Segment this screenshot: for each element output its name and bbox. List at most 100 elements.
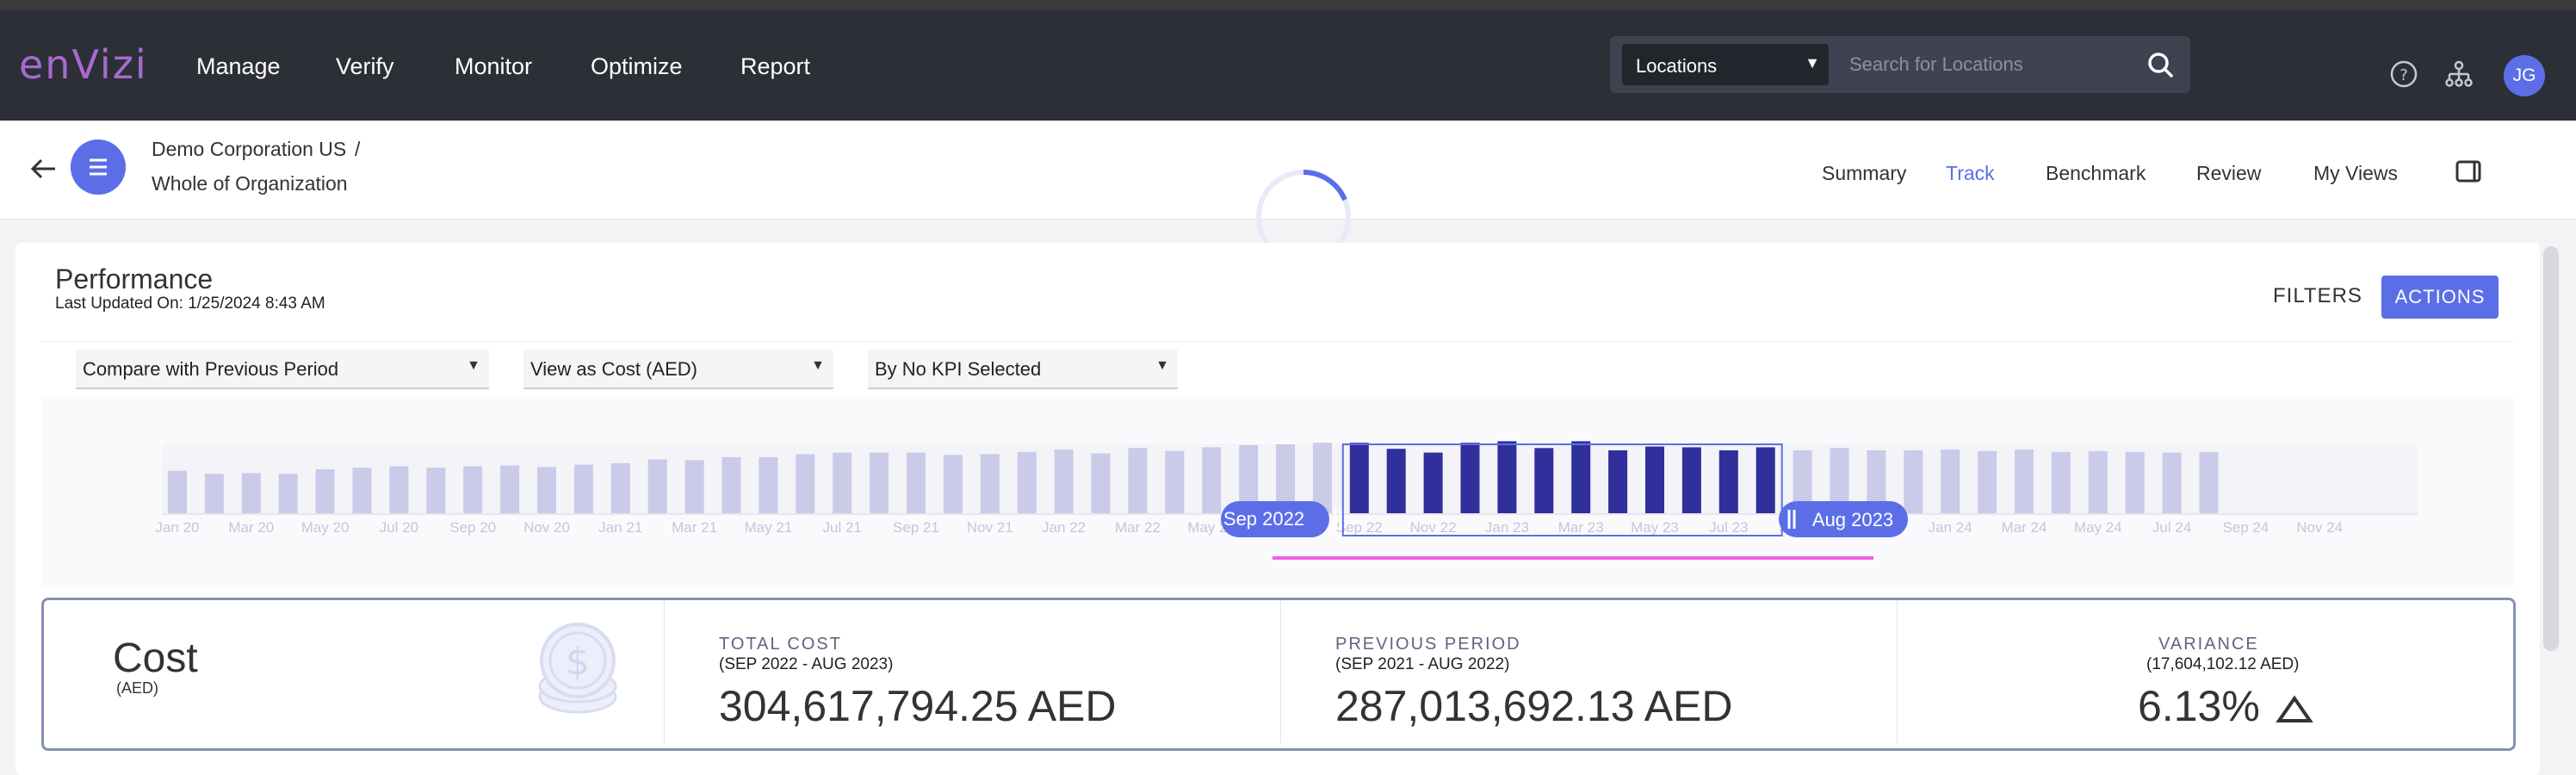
timeline-bar[interactable] bbox=[2015, 450, 2034, 513]
variance-amount: (17,604,102.12 AED) bbox=[2146, 655, 2300, 673]
back-arrow-icon[interactable] bbox=[26, 152, 60, 186]
timeline-bar[interactable] bbox=[1978, 450, 1997, 513]
timeline-bar[interactable] bbox=[389, 466, 409, 513]
panel-toggle-icon[interactable] bbox=[2455, 158, 2485, 184]
timeline-tick-label: May 23 bbox=[1631, 519, 1679, 536]
timeline-bar-selected[interactable] bbox=[1608, 450, 1628, 513]
tab-summary[interactable]: Summary bbox=[1822, 162, 1906, 185]
timeline-bar[interactable] bbox=[1017, 451, 1037, 513]
user-avatar[interactable]: JG bbox=[2504, 55, 2545, 96]
kpi-divider bbox=[1897, 600, 1898, 743]
timeline-bar[interactable] bbox=[870, 452, 889, 513]
timeline-chart[interactable]: Jan 20 Mar 20 May 20 Jul 20 Sep 20 Nov 20 Jan … bbox=[41, 396, 2514, 587]
timeline-bar-selected[interactable] bbox=[1423, 452, 1443, 513]
actions-button[interactable]: ACTIONS bbox=[2381, 276, 2499, 319]
tab-track[interactable]: Track bbox=[1946, 162, 1995, 185]
cost-kpi-card: Cost (AED) $ TOTAL COST (SEP 2022 - AUG … bbox=[41, 598, 2516, 751]
timeline-tick-label: Jul 20 bbox=[380, 519, 418, 536]
timeline-bar[interactable] bbox=[1054, 450, 1074, 513]
filters-button[interactable]: FILTERS bbox=[2273, 284, 2362, 308]
location-search-input[interactable] bbox=[1848, 48, 2144, 81]
timeline-bar[interactable] bbox=[1128, 448, 1148, 513]
timeline-bar[interactable] bbox=[241, 473, 261, 513]
timeline-bar[interactable] bbox=[500, 465, 520, 513]
timeline-bar[interactable] bbox=[2125, 451, 2145, 513]
kpi-title: Cost bbox=[113, 636, 198, 681]
timeline-bar[interactable] bbox=[684, 460, 704, 513]
timeline-tick-label: Jan 24 bbox=[1929, 519, 1972, 536]
timeline-bar-selected[interactable] bbox=[1534, 448, 1554, 513]
compare-period-dropdown[interactable]: Compare with Previous Period ▼ bbox=[76, 350, 489, 389]
timeline-bar[interactable] bbox=[2051, 451, 2071, 513]
timeline-bar[interactable] bbox=[537, 467, 556, 513]
timeline-bar-selected[interactable] bbox=[1497, 441, 1517, 513]
timeline-bar-selected[interactable] bbox=[1718, 450, 1738, 513]
timeline-bar[interactable] bbox=[833, 452, 852, 513]
page-scrollbar[interactable] bbox=[2543, 246, 2559, 651]
org-hierarchy-icon[interactable] bbox=[2443, 59, 2474, 90]
envizi-logo[interactable]: enVizi bbox=[19, 41, 148, 88]
timeline-bar-selected[interactable] bbox=[1349, 443, 1369, 513]
breadcrumb-location[interactable]: Whole of Organization bbox=[152, 172, 348, 195]
timeline-tick-label: Jan 23 bbox=[1485, 519, 1529, 536]
timeline-bar[interactable] bbox=[759, 456, 778, 513]
caret-down-icon: ▼ bbox=[811, 358, 825, 373]
timeline-bar[interactable] bbox=[647, 459, 667, 513]
total-cost-label: TOTAL COST bbox=[719, 635, 842, 654]
timeline-bar[interactable] bbox=[907, 452, 926, 513]
timeline-bar[interactable] bbox=[1165, 450, 1185, 513]
timeline-bar[interactable] bbox=[315, 468, 335, 513]
breadcrumb-separator: / bbox=[355, 138, 361, 160]
hamburger-menu-icon[interactable] bbox=[71, 140, 126, 195]
timeline-bar-selected[interactable] bbox=[1681, 447, 1701, 513]
nav-optimize[interactable]: Optimize bbox=[591, 53, 683, 80]
tab-benchmark[interactable]: Benchmark bbox=[2046, 162, 2146, 185]
timeline-tick-label: Jan 22 bbox=[1042, 519, 1086, 536]
kpi-dropdown[interactable]: By No KPI Selected ▼ bbox=[868, 350, 1178, 389]
tab-my-views[interactable]: My Views bbox=[2313, 162, 2398, 185]
timeline-bar-selected[interactable] bbox=[1645, 446, 1664, 513]
timeline-bar[interactable] bbox=[278, 474, 298, 513]
previous-period-range: (SEP 2021 - AUG 2022) bbox=[1335, 655, 1510, 673]
timeline-bar[interactable] bbox=[2199, 451, 2219, 513]
timeline-bar[interactable] bbox=[721, 456, 741, 513]
location-type-dropdown[interactable]: Locations ▼ bbox=[1622, 44, 1829, 85]
timeline-bar[interactable] bbox=[463, 466, 483, 513]
timeline-bar[interactable] bbox=[796, 454, 815, 513]
nav-verify[interactable]: Verify bbox=[336, 53, 394, 80]
timeline-tick-label: Mar 21 bbox=[672, 519, 717, 536]
timeline-bar[interactable] bbox=[2162, 452, 2182, 513]
help-icon[interactable]: ? bbox=[2388, 59, 2419, 90]
nav-manage[interactable]: Manage bbox=[196, 53, 281, 80]
timeline-bar[interactable] bbox=[1904, 450, 1923, 513]
view-as-dropdown[interactable]: View as Cost (AED) ▼ bbox=[523, 350, 833, 389]
kpi-unit: (AED) bbox=[116, 679, 158, 697]
variance-label: VARIANCE bbox=[2158, 635, 2259, 654]
timeline-bar[interactable] bbox=[426, 468, 446, 513]
timeline-bar[interactable] bbox=[943, 455, 963, 513]
search-icon[interactable] bbox=[2142, 46, 2180, 84]
section-divider bbox=[41, 341, 2514, 342]
timeline-bar-selected[interactable] bbox=[1571, 441, 1591, 513]
timeline-bar-selected[interactable] bbox=[1756, 447, 1775, 513]
tab-review[interactable]: Review bbox=[2196, 162, 2261, 185]
breadcrumb-organization[interactable]: Demo Corporation US bbox=[152, 138, 346, 161]
timeline-bar[interactable] bbox=[610, 462, 630, 513]
timeline-bar[interactable] bbox=[352, 468, 372, 513]
timeline-tick-label: Jul 24 bbox=[2152, 519, 2191, 536]
timeline-bar[interactable] bbox=[204, 474, 224, 513]
previous-period-label: PREVIOUS PERIOD bbox=[1335, 635, 1521, 654]
timeline-bar-selected[interactable] bbox=[1460, 443, 1480, 513]
timeline-bar[interactable] bbox=[1091, 453, 1111, 513]
timeline-bar[interactable] bbox=[168, 470, 187, 513]
timeline-tick-label: Sep 24 bbox=[2222, 519, 2269, 536]
timeline-bar[interactable] bbox=[2088, 450, 2108, 513]
kpi-value: By No KPI Selected bbox=[875, 358, 1042, 380]
timeline-bar[interactable] bbox=[573, 464, 593, 513]
timeline-bar[interactable] bbox=[1202, 447, 1222, 513]
timeline-bar[interactable] bbox=[1941, 450, 1960, 513]
timeline-bar-selected[interactable] bbox=[1386, 449, 1406, 513]
nav-report[interactable]: Report bbox=[740, 53, 810, 80]
timeline-bar[interactable] bbox=[980, 454, 1000, 513]
nav-monitor[interactable]: Monitor bbox=[455, 53, 532, 80]
